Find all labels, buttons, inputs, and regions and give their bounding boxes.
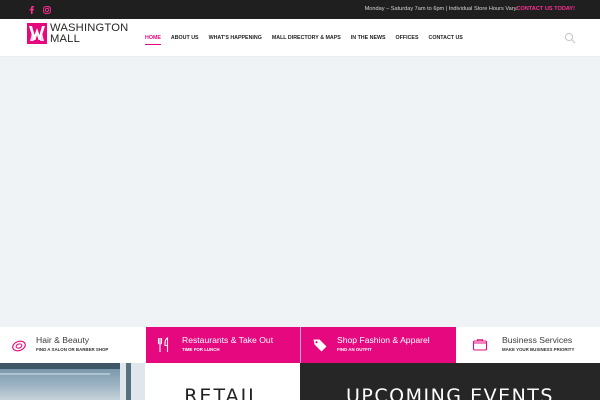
service-title: Hair & Beauty bbox=[36, 335, 90, 345]
nav-item-in-the-news[interactable]: IN THE NEWS bbox=[351, 19, 386, 57]
beauty-icon bbox=[11, 337, 27, 353]
contact-us-today-link[interactable]: CONTACT US TODAY! bbox=[516, 0, 575, 19]
nav-item-contact-us[interactable]: CONTACT US bbox=[429, 19, 463, 57]
mall-interior-photo bbox=[0, 363, 145, 400]
store-hours-text: Monday – Saturday 7am to 6pm | Individua… bbox=[364, 6, 518, 12]
services-strip: Hair & Beauty FIND A SALON OR BARBER SHO… bbox=[0, 327, 600, 363]
nav-item-home[interactable]: HOME bbox=[145, 19, 161, 57]
service-subtitle: FIND AN OUTFIT bbox=[337, 347, 372, 352]
main-nav: HOME ABOUT US WHAT'S HAPPENING MALL DIRE… bbox=[145, 19, 473, 57]
hero-banner bbox=[0, 57, 600, 327]
service-hair-beauty[interactable]: Hair & Beauty FIND A SALON OR BARBER SHO… bbox=[0, 327, 146, 363]
utensils-icon bbox=[156, 337, 172, 353]
site-header: WASHINGTON MALL HOME ABOUT US WHAT'S HAP… bbox=[0, 19, 600, 57]
service-subtitle: FIND A SALON OR BARBER SHOP bbox=[36, 347, 109, 352]
folder-icon bbox=[472, 337, 488, 353]
service-title: Restaurants & Take Out bbox=[182, 335, 274, 345]
washington-mall-logo[interactable]: WASHINGTON MALL bbox=[27, 22, 147, 49]
upcoming-events-heading: UPCOMING EVENTS bbox=[346, 385, 554, 400]
instagram-icon[interactable] bbox=[41, 0, 53, 19]
tag-icon bbox=[312, 337, 328, 353]
facebook-icon[interactable] bbox=[26, 0, 38, 19]
service-subtitle: TIME FOR LUNCH bbox=[182, 347, 220, 352]
retail-heading: RETAIL bbox=[184, 385, 261, 400]
logo-text-line2: MALL bbox=[50, 33, 81, 45]
retail-panel[interactable]: RETAIL bbox=[145, 363, 300, 400]
service-title: Shop Fashion & Apparel bbox=[337, 335, 430, 345]
nav-item-offices[interactable]: OFFICES bbox=[396, 19, 419, 57]
feature-panels: RETAIL UPCOMING EVENTS bbox=[0, 363, 600, 400]
events-panel[interactable]: UPCOMING EVENTS bbox=[300, 363, 600, 400]
service-subtitle: MAKE YOUR BUSINESS PRIORITY bbox=[502, 347, 575, 352]
search-icon[interactable] bbox=[564, 31, 576, 44]
nav-item-about-us[interactable]: ABOUT US bbox=[171, 19, 199, 57]
logo-mark-icon bbox=[27, 23, 47, 44]
service-fashion[interactable]: Shop Fashion & Apparel FIND AN OUTFIT bbox=[300, 327, 456, 363]
nav-item-whats-happening[interactable]: WHAT'S HAPPENING bbox=[209, 19, 262, 57]
service-restaurants[interactable]: Restaurants & Take Out TIME FOR LUNCH bbox=[146, 327, 300, 363]
service-title: Business Services bbox=[502, 335, 573, 345]
top-bar: Monday – Saturday 7am to 6pm | Individua… bbox=[0, 0, 600, 19]
service-business[interactable]: Business Services MAKE YOUR BUSINESS PRI… bbox=[456, 327, 600, 363]
nav-item-mall-directory[interactable]: MALL DIRECTORY & MAPS bbox=[272, 19, 341, 57]
